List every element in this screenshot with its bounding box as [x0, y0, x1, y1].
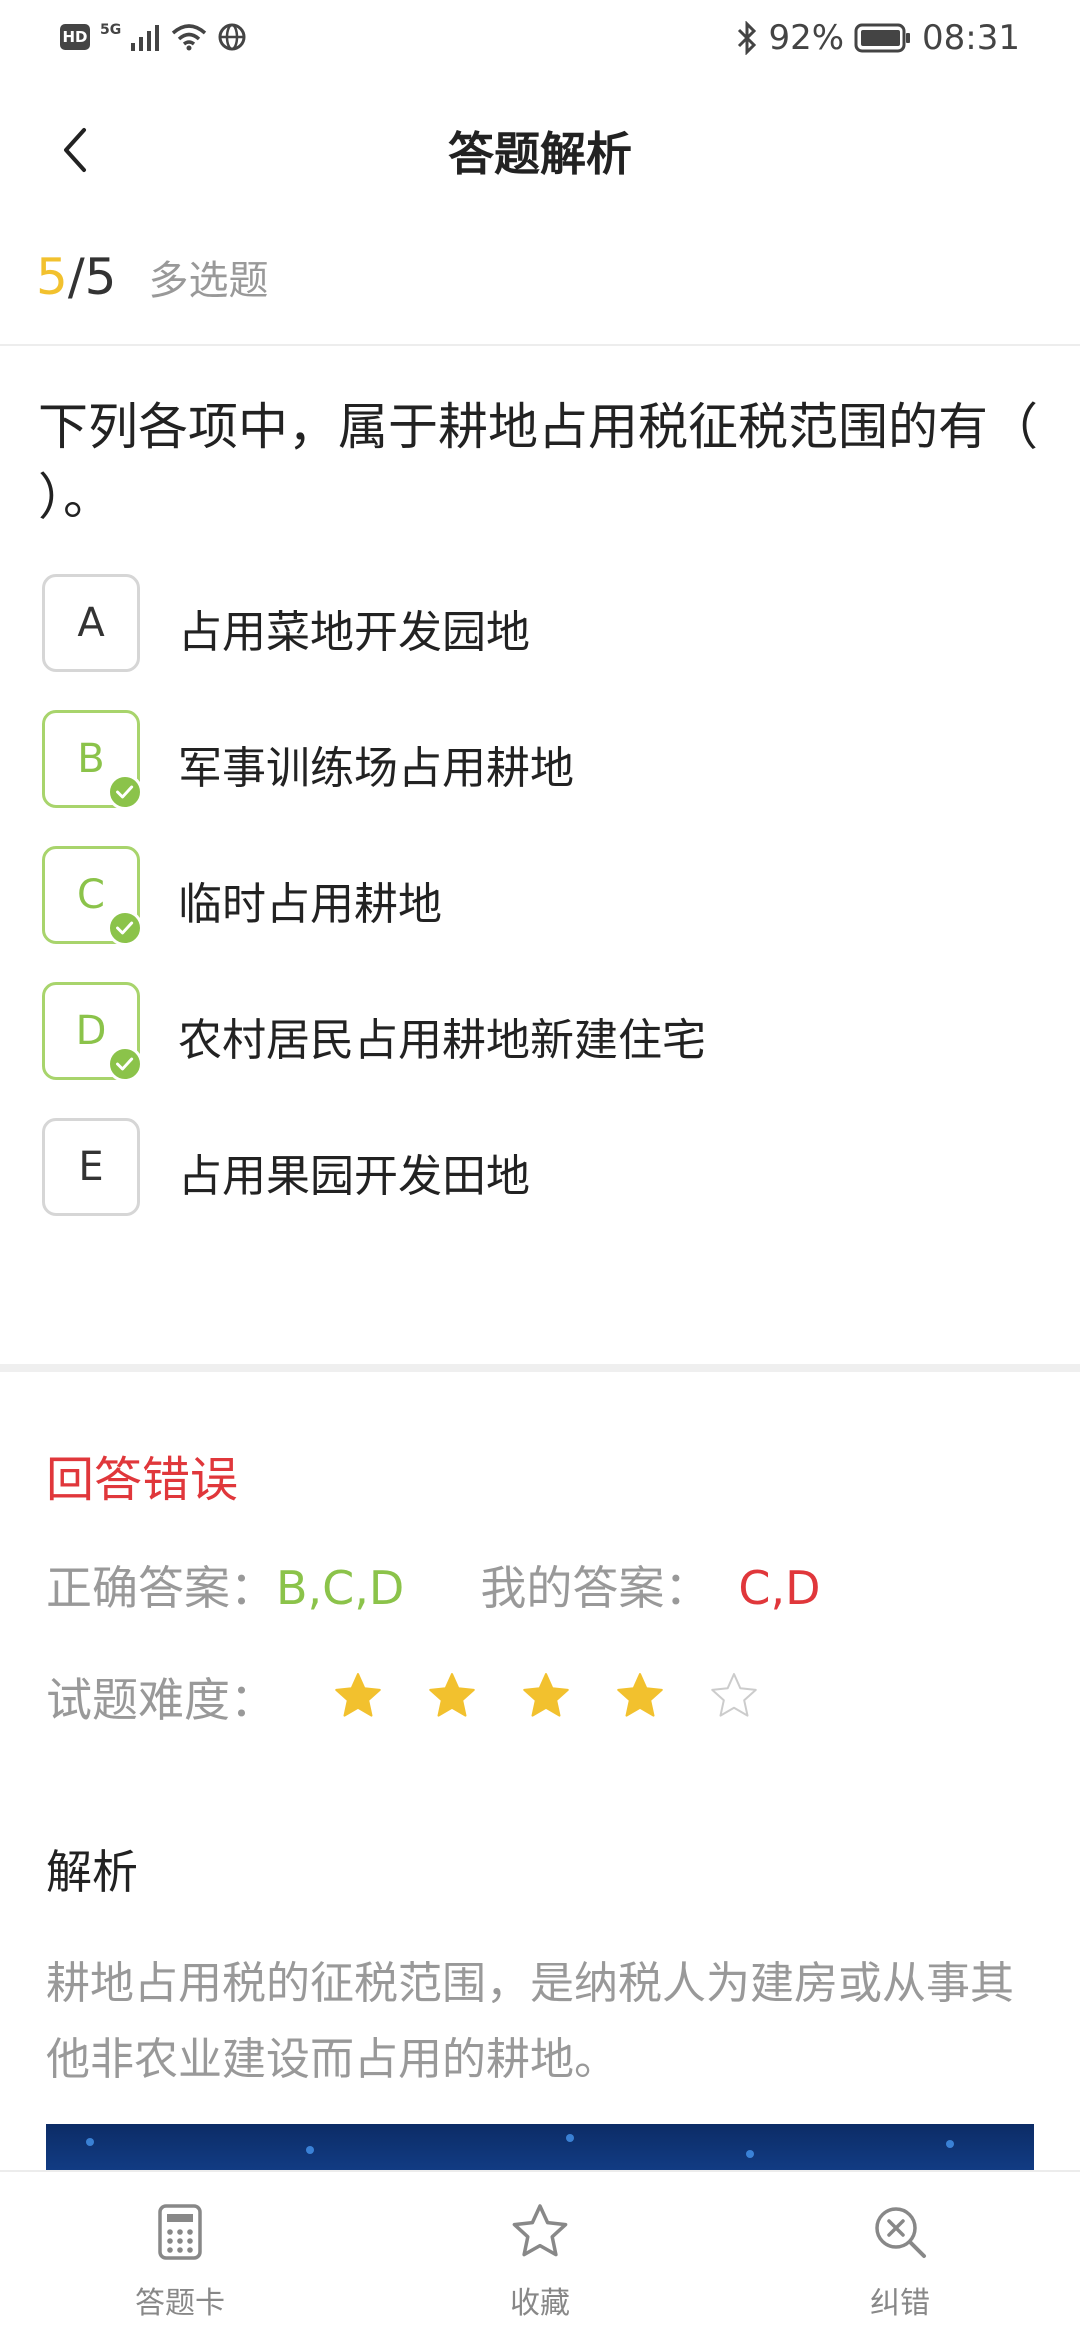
difficulty-stars	[332, 1671, 760, 1723]
question-separator: /	[67, 248, 85, 306]
question-type: 多选题	[148, 258, 269, 304]
option-a[interactable]: A 占用菜地开发园地	[42, 574, 1042, 674]
question-progress: 5 / 5 多选题	[36, 248, 268, 318]
option-letter-box: A	[42, 574, 140, 672]
option-text: 农村居民占用耕地新建住宅	[178, 1015, 706, 1066]
difficulty-row: 试题难度：	[46, 1664, 760, 1730]
calculator-icon	[158, 2204, 202, 2260]
check-circle-icon	[107, 1046, 143, 1082]
check-circle-icon	[107, 774, 143, 810]
analysis-title: 解析	[46, 1845, 138, 1899]
tab-answer-card[interactable]: 答题卡	[80, 2200, 280, 2322]
analysis-text: 耕地占用税的征税范围，是纳税人为建房或从事其他非农业建设而占用的耕地。	[46, 1958, 1014, 2085]
clock: 08:31	[922, 18, 1020, 58]
nav-bar: 答题解析	[0, 80, 1080, 220]
analysis-banner-image	[46, 2124, 1034, 2174]
my-answer-value: C,D	[738, 1561, 821, 1615]
tab-favorite[interactable]: 收藏	[440, 2200, 640, 2322]
status-left: HD 5G	[60, 22, 247, 52]
signal-icon	[131, 25, 160, 51]
difficulty-label: 试题难度：	[46, 1673, 276, 1727]
bluetooth-icon	[738, 21, 757, 55]
question-text: 下列各项中，属于耕地占用税征税范围的有（ ）。	[38, 398, 1038, 526]
bottom-toolbar: 答题卡 收藏 纠错	[0, 2170, 1080, 2340]
search-close-icon	[875, 2207, 926, 2258]
answers-row: 正确答案： B,C,D 我的答案： C,D	[46, 1552, 821, 1618]
correct-answer-label: 正确答案：	[46, 1561, 276, 1615]
tab-label: 收藏	[510, 2286, 570, 2321]
option-text: 军事训练场占用耕地	[178, 743, 574, 794]
tab-label: 纠错	[870, 2286, 930, 2321]
option-text: 临时占用耕地	[178, 879, 442, 930]
result-status: 回答错误	[46, 1452, 239, 1508]
question-current: 5	[36, 248, 68, 306]
option-text: 占用果园开发田地	[178, 1151, 530, 1202]
star-empty-icon	[711, 1673, 757, 1717]
question-total: 5	[84, 248, 117, 306]
hd-icon: HD	[60, 24, 90, 50]
battery-percent: 92%	[768, 18, 845, 58]
tab-report-error[interactable]: 纠错	[800, 2200, 1000, 2322]
section-divider	[0, 1364, 1080, 1372]
option-text: 占用菜地开发园地	[178, 607, 530, 658]
wifi-icon	[172, 24, 207, 51]
star-filled-icon	[429, 1673, 475, 1717]
option-d[interactable]: D 农村居民占用耕地新建住宅	[42, 982, 1042, 1082]
option-letter-box: E	[42, 1118, 140, 1216]
status-bar: HD 5G 92% 08:31	[0, 0, 1080, 80]
star-outline-icon	[512, 2204, 568, 2257]
option-e[interactable]: E 占用果园开发田地	[42, 1118, 1042, 1218]
globe-icon	[218, 23, 246, 51]
page-title: 答题解析	[448, 127, 632, 181]
star-filled-icon	[617, 1673, 663, 1717]
divider	[0, 344, 1080, 346]
star-filled-icon	[523, 1673, 569, 1717]
my-answer-label: 我的答案：	[480, 1561, 711, 1615]
network-type: 5G	[100, 22, 122, 38]
battery-icon	[854, 23, 911, 53]
option-c[interactable]: C 临时占用耕地	[42, 846, 1042, 946]
status-right: 92% 08:31	[736, 18, 1020, 58]
correct-answer-value: B,C,D	[276, 1561, 405, 1615]
option-b[interactable]: B 军事训练场占用耕地	[42, 710, 1042, 810]
tab-label: 答题卡	[135, 2286, 225, 2321]
star-filled-icon	[335, 1673, 381, 1717]
check-circle-icon	[107, 910, 143, 946]
